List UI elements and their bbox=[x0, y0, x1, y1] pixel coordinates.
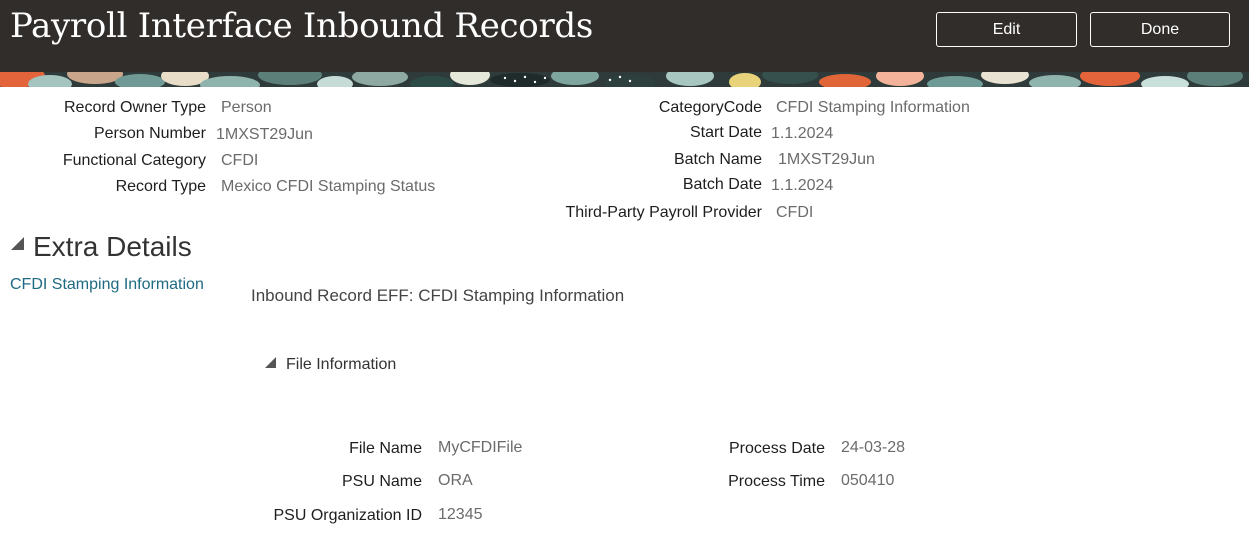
functional-category-value: CFDI bbox=[221, 152, 259, 169]
page-title: Payroll Interface Inbound Records bbox=[10, 6, 594, 46]
psu-organization-id-label: PSU Organization ID bbox=[273, 507, 422, 524]
start-date-value: 1.1.2024 bbox=[771, 125, 834, 142]
decorative-banner bbox=[0, 72, 1249, 87]
batch-date-value: 1.1.2024 bbox=[771, 177, 834, 194]
record-owner-type-value: Person bbox=[221, 99, 272, 116]
cfdi-stamping-information-link[interactable]: CFDI Stamping Information bbox=[10, 276, 204, 294]
process-date-value: 24-03-28 bbox=[841, 439, 906, 456]
eff-title: Inbound Record EFF: CFDI Stamping Inform… bbox=[251, 286, 625, 305]
expand-triangle-icon[interactable] bbox=[11, 237, 24, 250]
batch-date-label: Batch Date bbox=[682, 176, 762, 193]
record-owner-type-label: Record Owner Type bbox=[64, 99, 206, 116]
batch-name-value: 1MXST29Jun bbox=[778, 151, 875, 168]
page-header: Payroll Interface Inbound Records Edit D… bbox=[0, 0, 1249, 72]
functional-category-label: Functional Category bbox=[62, 152, 206, 169]
process-time-label: Process Time bbox=[728, 473, 825, 490]
batch-name-label: Batch Name bbox=[673, 151, 762, 168]
person-number-value: 1MXST29Jun bbox=[216, 126, 313, 143]
process-date-label: Process Date bbox=[728, 440, 825, 457]
edit-button[interactable]: Edit bbox=[936, 12, 1077, 47]
file-name-label: File Name bbox=[349, 440, 422, 457]
record-type-label: Record Type bbox=[115, 178, 206, 195]
psu-organization-id-value: 12345 bbox=[438, 506, 483, 523]
file-name-value: MyCFDIFile bbox=[438, 439, 523, 456]
record-type-value: Mexico CFDI Stamping Status bbox=[221, 178, 436, 195]
collapse-triangle-icon[interactable] bbox=[265, 357, 276, 368]
third-party-payroll-provider-value: CFDI bbox=[776, 204, 814, 221]
banner-pattern bbox=[0, 72, 1249, 87]
psu-name-label: PSU Name bbox=[341, 473, 422, 490]
file-information-title[interactable]: File Information bbox=[286, 356, 396, 374]
third-party-payroll-provider-label: Third-Party Payroll Provider bbox=[565, 204, 763, 221]
person-number-label: Person Number bbox=[93, 125, 206, 142]
extra-details-title[interactable]: Extra Details bbox=[33, 231, 192, 263]
done-button[interactable]: Done bbox=[1090, 12, 1230, 47]
category-code-label: CategoryCode bbox=[658, 99, 762, 116]
category-code-value: CFDI Stamping Information bbox=[776, 99, 970, 116]
psu-name-value: ORA bbox=[438, 472, 473, 489]
start-date-label: Start Date bbox=[689, 124, 762, 141]
process-time-value: 050410 bbox=[841, 472, 895, 489]
